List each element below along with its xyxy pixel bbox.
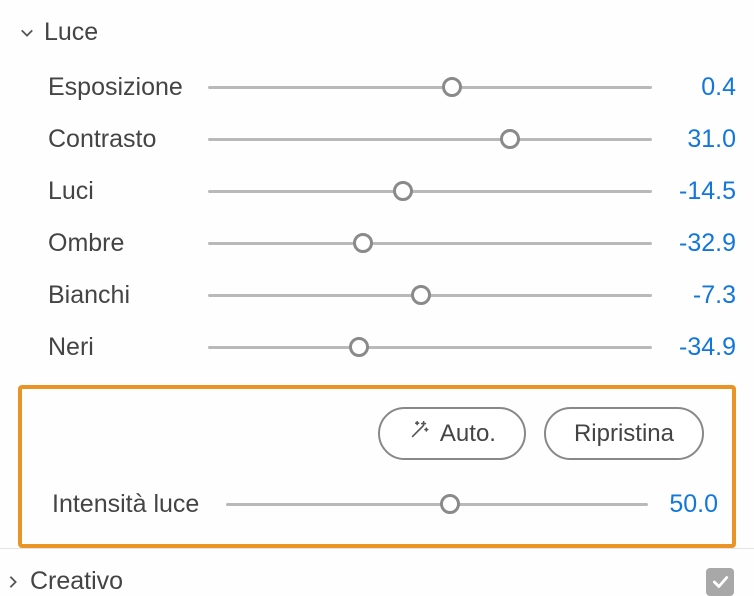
slider[interactable] (208, 179, 652, 203)
slider-label: Luci (48, 177, 208, 206)
reset-button[interactable]: Ripristina (544, 407, 704, 460)
chevron-right-icon (4, 573, 22, 591)
slider-value[interactable]: -32.9 (652, 229, 736, 258)
slider[interactable] (208, 231, 652, 255)
slider-value[interactable]: -14.5 (652, 177, 736, 206)
slider-row: Contrasto 31.0 (18, 113, 736, 165)
slider-thumb[interactable] (440, 494, 460, 514)
slider-value[interactable]: -34.9 (652, 333, 736, 362)
slider-label: Intensità luce (52, 490, 226, 519)
auto-light-highlight: Auto. Ripristina Intensità luce 50.0 (18, 385, 736, 548)
slider-row: Bianchi -7.3 (18, 269, 736, 321)
slider-label: Bianchi (48, 281, 208, 310)
auto-button[interactable]: Auto. (378, 407, 526, 460)
slider-thumb[interactable] (393, 181, 413, 201)
magic-wand-icon (408, 419, 430, 448)
section-light-header[interactable]: Luce (18, 12, 736, 61)
slider[interactable] (208, 283, 652, 307)
creative-enabled-checkbox[interactable] (706, 568, 734, 596)
slider-intensity[interactable] (226, 492, 648, 516)
slider[interactable] (208, 127, 652, 151)
slider-value[interactable]: -7.3 (652, 281, 736, 310)
slider-thumb[interactable] (500, 129, 520, 149)
slider-thumb[interactable] (349, 337, 369, 357)
slider-thumb[interactable] (442, 77, 462, 97)
slider-value[interactable]: 31.0 (652, 125, 736, 154)
slider-label: Esposizione (48, 73, 208, 102)
slider-thumb[interactable] (353, 233, 373, 253)
slider-label: Contrasto (48, 125, 208, 154)
slider-row-intensity: Intensità luce 50.0 (36, 478, 718, 530)
slider-thumb[interactable] (411, 285, 431, 305)
section-creative-title: Creativo (30, 567, 123, 596)
slider-row: Ombre -32.9 (18, 217, 736, 269)
reset-button-label: Ripristina (574, 420, 674, 448)
section-light-title: Luce (44, 18, 98, 47)
slider-label: Neri (48, 333, 208, 362)
section-creative-header[interactable]: Creativo (4, 567, 123, 596)
slider-label: Ombre (48, 229, 208, 258)
slider-row: Esposizione 0.4 (18, 61, 736, 113)
slider[interactable] (208, 335, 652, 359)
slider-value[interactable]: 0.4 (652, 73, 736, 102)
slider-row: Luci -14.5 (18, 165, 736, 217)
auto-button-label: Auto. (440, 420, 496, 448)
slider-row: Neri -34.9 (18, 321, 736, 373)
chevron-down-icon (18, 24, 36, 42)
slider-value[interactable]: 50.0 (648, 490, 718, 519)
slider[interactable] (208, 75, 652, 99)
